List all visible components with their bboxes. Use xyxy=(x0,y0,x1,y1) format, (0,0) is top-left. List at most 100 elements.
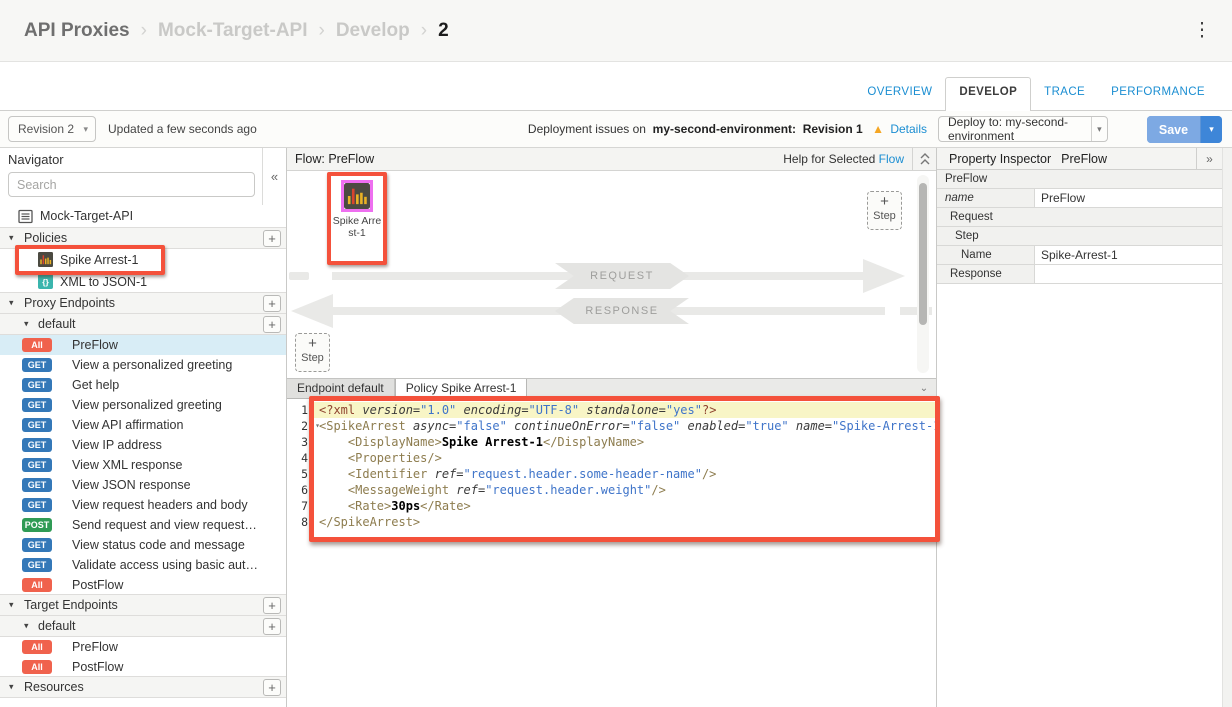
add-step-button-request[interactable]: + Step xyxy=(867,191,902,230)
nav-item-mock-target-api[interactable]: Mock-Target-API xyxy=(0,205,286,228)
nav-flow-view-xml-response[interactable]: GETView XML response xyxy=(0,455,286,475)
apigee-develop-page: API Proxies › Mock-Target-API › Develop … xyxy=(0,0,1232,707)
revision-select[interactable]: Revision 2 ▾ xyxy=(8,116,96,142)
collapse-sidebar-icon[interactable]: « xyxy=(262,148,286,205)
code-text: </SpikeArrest> xyxy=(313,514,936,530)
disclosure-triangle-icon[interactable]: ▾ xyxy=(9,233,14,244)
nav-flow-get-help[interactable]: GETGet help xyxy=(0,375,286,395)
add-button[interactable]: + xyxy=(263,230,281,247)
nav-subsection-default[interactable]: ▾default+ xyxy=(0,313,286,335)
breadcrumb-proxy-name[interactable]: Mock-Target-API xyxy=(158,20,308,42)
nav-section-proxy-endpoints[interactable]: ▾Proxy Endpoints+ xyxy=(0,292,286,314)
nav-flow-view-a-personalized-greeting[interactable]: GETView a personalized greeting xyxy=(0,355,286,375)
tab-overview[interactable]: OVERVIEW xyxy=(854,78,945,110)
nav-section-target-endpoints[interactable]: ▾ Target Endpoints + xyxy=(0,594,286,616)
method-badge: All xyxy=(22,660,52,674)
add-button[interactable]: + xyxy=(263,679,281,696)
editor-tab-endpoint-default[interactable]: Endpoint default xyxy=(287,379,395,398)
deploy-to-value: Deploy to: my-second-environment xyxy=(948,115,1091,143)
nav-flow-view-ip-address[interactable]: GETView IP address xyxy=(0,435,286,455)
code-fold-icon[interactable]: ▾ xyxy=(315,418,320,434)
nav-row-label: Send request and view request… xyxy=(72,518,257,532)
nav-flow-view-api-affirmation[interactable]: GETView API affirmation xyxy=(0,415,286,435)
property-value-input[interactable]: PreFlow xyxy=(1035,189,1222,207)
disclosure-triangle-icon[interactable]: ▾ xyxy=(24,319,29,330)
deployment-env: my-second-environment: xyxy=(653,122,796,136)
nav-flow-view-status-code-and-message[interactable]: GETView status code and message xyxy=(0,535,286,555)
add-button[interactable]: + xyxy=(263,618,281,635)
code-line-2[interactable]: 2▾<SpikeArrest async="false" continueOnE… xyxy=(287,418,936,434)
code-line-8[interactable]: 8</SpikeArrest> xyxy=(287,514,936,530)
disclosure-triangle-icon[interactable]: ▾ xyxy=(24,621,29,632)
deployment-issues-status: Deployment issues on my-second-environme… xyxy=(528,122,927,136)
expand-inspector-icon[interactable]: » xyxy=(1196,148,1222,170)
tab-trace[interactable]: TRACE xyxy=(1031,78,1098,110)
code-line-5[interactable]: 5 <Identifier ref="request.header.some-h… xyxy=(287,466,936,482)
method-badge: POST xyxy=(22,518,52,532)
nav-flow-preflow[interactable]: AllPreFlow xyxy=(0,637,286,657)
property-label: name xyxy=(937,189,1035,207)
code-line-1[interactable]: 1<?xml version="1.0" encoding="UTF-8" st… xyxy=(287,402,936,418)
chevron-down-icon[interactable]: ▾ xyxy=(1091,117,1107,141)
flow-help-link[interactable]: Flow xyxy=(879,152,904,166)
nav-section-resources[interactable]: ▾Resources+ xyxy=(0,676,286,698)
response-label: RESPONSE xyxy=(555,298,689,324)
add-step-button-response[interactable]: + Step xyxy=(295,333,330,372)
nav-flow-send-request-and-view-request-[interactable]: POST Send request and view request… xyxy=(0,515,286,535)
flow-scrollbar-thumb[interactable] xyxy=(919,183,927,325)
breadcrumb-revision: 2 xyxy=(438,20,449,42)
breadcrumb-develop[interactable]: Develop xyxy=(336,20,410,42)
nav-policy-xml-to-json-1[interactable]: {}XML to JSON-1 xyxy=(0,271,286,293)
property-inspector-header: Property Inspector PreFlow » xyxy=(937,148,1232,170)
code-text: <Identifier ref="request.header.some-hea… xyxy=(313,466,936,482)
tab-develop[interactable]: DEVELOP xyxy=(945,77,1031,111)
chevron-down-icon: ▾ xyxy=(83,124,95,135)
disclosure-triangle-icon[interactable]: ▾ xyxy=(9,298,14,309)
add-button[interactable]: + xyxy=(263,597,281,614)
nav-flow-view-personalized-greeting[interactable]: GETView personalized greeting xyxy=(0,395,286,415)
deploy-to-select[interactable]: Deploy to: my-second-environment ▾ xyxy=(938,116,1108,142)
disclosure-triangle-icon[interactable]: ▾ xyxy=(9,600,14,611)
add-button[interactable]: + xyxy=(263,316,281,333)
add-step-label: Step xyxy=(873,210,896,222)
flow-help-text: Help for Selected Flow xyxy=(783,152,912,166)
kebab-menu-icon[interactable]: ⋮ xyxy=(1190,17,1214,45)
nav-flow-preflow[interactable]: AllPreFlow xyxy=(0,335,286,355)
code-text: <Rate>30ps</Rate> xyxy=(313,498,936,514)
nav-flow-postflow[interactable]: AllPostFlow xyxy=(0,575,286,595)
property-value-input[interactable] xyxy=(1035,265,1222,283)
details-link[interactable]: Details xyxy=(890,122,927,136)
code-line-3[interactable]: 3 <DisplayName>Spike Arrest-1</DisplayNa… xyxy=(287,434,936,450)
nav-flow-postflow[interactable]: AllPostFlow xyxy=(0,657,286,677)
search-input[interactable] xyxy=(8,172,255,197)
property-row-step: Step xyxy=(937,227,1222,246)
spike-arrest-policy-node[interactable] xyxy=(341,180,373,212)
nav-flow-view-request-headers-and-body[interactable]: GETView request headers and body xyxy=(0,495,286,515)
nav-row-label: Target Endpoints xyxy=(24,598,118,612)
nav-policy-spike-arrest-1[interactable]: Spike Arrest-1 xyxy=(0,249,286,271)
disclosure-triangle-icon[interactable]: ▾ xyxy=(9,682,14,693)
deployment-issues-prefix: Deployment issues on xyxy=(528,122,646,136)
code-line-4[interactable]: 4 <Properties/> xyxy=(287,450,936,466)
nav-flow-view-json-response[interactable]: GETView JSON response xyxy=(0,475,286,495)
property-row-preflow: PreFlow xyxy=(937,170,1222,189)
nav-flow-validate-access-using-basic-aut-[interactable]: GETValidate access using basic aut… xyxy=(0,555,286,575)
breadcrumb-separator-icon: › xyxy=(421,20,427,42)
nav-subsection-default[interactable]: ▾default+ xyxy=(0,615,286,637)
breadcrumb-api-proxies[interactable]: API Proxies xyxy=(24,20,130,42)
inspector-scrollbar[interactable] xyxy=(1222,148,1232,707)
save-menu-arrow-icon[interactable]: ▾ xyxy=(1200,116,1222,143)
collapse-editor-panel-icon[interactable]: ⌄ xyxy=(912,379,936,398)
tab-performance[interactable]: PERFORMANCE xyxy=(1098,78,1218,110)
editor-tab-policy-spike-arrest[interactable]: Policy Spike Arrest-1 xyxy=(395,379,528,399)
code-line-6[interactable]: 6 <MessageWeight ref="request.header.wei… xyxy=(287,482,936,498)
add-button[interactable]: + xyxy=(263,295,281,312)
xml-code-editor[interactable]: 1<?xml version="1.0" encoding="UTF-8" st… xyxy=(287,399,936,707)
property-row-response: Response xyxy=(937,265,1222,284)
code-line-7[interactable]: 7 <Rate>30ps</Rate> xyxy=(287,498,936,514)
property-value-input[interactable]: Spike-Arrest-1 xyxy=(1035,246,1222,264)
nav-section-policies[interactable]: ▾Policies+ xyxy=(0,227,286,249)
line-number: 7 xyxy=(287,498,313,514)
collapse-flow-panel-icon[interactable] xyxy=(912,148,936,171)
save-button[interactable]: Save xyxy=(1147,116,1200,143)
